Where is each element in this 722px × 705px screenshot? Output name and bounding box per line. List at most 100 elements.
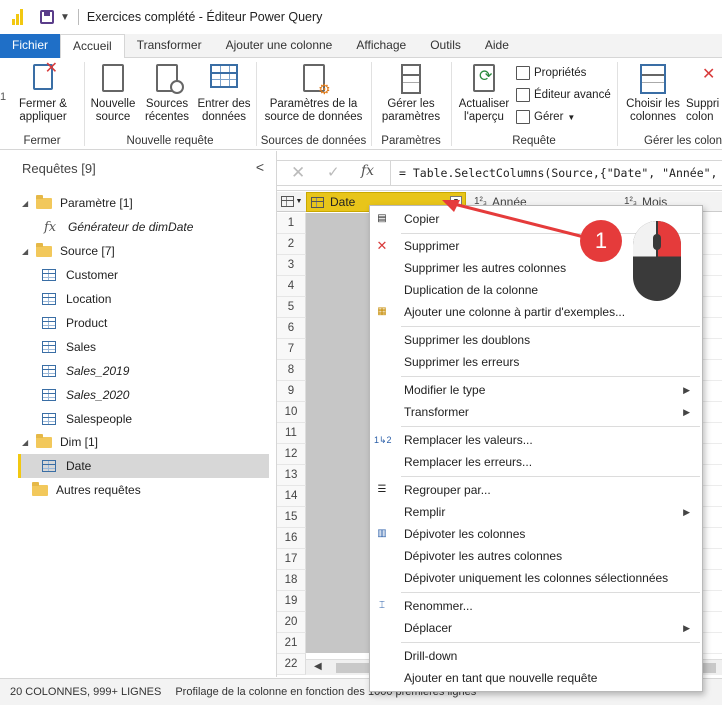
query-item-location[interactable]: Location (18, 287, 269, 311)
menu-item-deplacer[interactable]: Déplacer ▶ (370, 617, 702, 639)
query-folder-parametre[interactable]: ◢ Paramètre [1] (18, 191, 269, 215)
row-number[interactable]: 15 (277, 507, 306, 528)
row-number[interactable]: 10 (277, 402, 306, 423)
row-number[interactable]: 1 (277, 213, 306, 234)
query-item-sales-2020[interactable]: Sales_2020 (18, 383, 269, 407)
row-number[interactable]: 17 (277, 549, 306, 570)
query-item-customer[interactable]: Customer (18, 263, 269, 287)
menu-item-transformer[interactable]: Transformer ▶ (370, 401, 702, 423)
submenu-arrow-icon: ▶ (683, 406, 690, 417)
remove-columns-button[interactable]: ✕ Suppri colon (684, 58, 722, 124)
query-item-date[interactable]: Date (18, 454, 269, 478)
confirm-formula-icon[interactable]: ✓ (327, 163, 340, 181)
row-number[interactable]: 9 (277, 381, 306, 402)
manage-params-button[interactable]: Gérer les paramètres (372, 58, 450, 124)
tab-aide[interactable]: Aide (473, 34, 521, 58)
chevron-down-icon: ▼ (295, 198, 303, 205)
row-number[interactable]: 13 (277, 465, 306, 486)
properties-button[interactable]: Propriétés (516, 66, 586, 80)
menu-item-nouvelle-requete[interactable]: Ajouter en tant que nouvelle requête (370, 667, 702, 689)
menu-separator (401, 376, 700, 377)
row-number[interactable]: 2 (277, 234, 306, 255)
submenu-arrow-icon: ▶ (683, 506, 690, 517)
choose-columns-button[interactable]: Choisir les colonnes (622, 58, 684, 124)
menu-item-drill-down[interactable]: Drill-down (370, 645, 702, 667)
query-folder-dim[interactable]: ◢ Dim [1] (18, 430, 269, 454)
query-item-salespeople[interactable]: Salespeople (18, 407, 269, 431)
menu-item-renommer[interactable]: ⌶ Renommer... (370, 595, 702, 617)
query-item-sales-2019[interactable]: Sales_2019 (18, 359, 269, 383)
cancel-formula-icon[interactable]: ✕ (291, 163, 305, 183)
query-folder-source[interactable]: ◢ Source [7] (18, 239, 269, 263)
menu-item-modifier-type[interactable]: Modifier le type ▶ (370, 379, 702, 401)
folder-icon (36, 242, 52, 257)
tab-ajouter-colonne[interactable]: Ajouter une colonne (214, 34, 345, 58)
tab-fichier[interactable]: Fichier (0, 34, 61, 58)
row-number[interactable]: 7 (277, 339, 306, 360)
row-number[interactable]: 16 (277, 528, 306, 549)
query-item-sales[interactable]: Sales (18, 335, 269, 359)
row-number[interactable]: 3 (277, 255, 306, 276)
tab-affichage[interactable]: Affichage (344, 34, 418, 58)
table-menu-button[interactable]: ▼ (277, 192, 306, 212)
tab-accueil[interactable]: Accueil (60, 34, 125, 59)
new-source-button[interactable]: Nouvelle source (87, 58, 139, 124)
advanced-editor-button[interactable]: Éditeur avancé (516, 88, 611, 102)
query-item-generateur[interactable]: fx Générateur de dimDate (18, 215, 269, 239)
formula-input[interactable]: = Table.SelectColumns(Source,{"Date", "A… (399, 166, 719, 180)
close-apply-button[interactable]: ✕ Fermer & appliquer (10, 58, 76, 124)
manage-button[interactable]: Gérer ▼ (516, 110, 575, 124)
date-type-icon[interactable] (311, 196, 324, 208)
refresh-icon: ⟳ (469, 64, 499, 94)
row-number[interactable]: 19 (277, 591, 306, 612)
row-number[interactable]: 20 (277, 612, 306, 633)
menu-item-remplacer-erreurs[interactable]: Remplacer les erreurs... (370, 451, 702, 473)
table-icon (42, 389, 56, 401)
row-number[interactable]: 12 (277, 444, 306, 465)
table-icon (42, 341, 56, 353)
menu-item-ajouter-exemples[interactable]: ▦ Ajouter une colonne à partir d'exemple… (370, 301, 702, 323)
refresh-preview-button[interactable]: ⟳ Actualiser l'aperçu (454, 58, 514, 124)
advanced-editor-icon (516, 88, 530, 102)
enter-data-button[interactable]: Entrer des données (193, 58, 255, 124)
recent-sources-button[interactable]: Sources récentes (141, 58, 193, 124)
collapse-pane-icon[interactable]: < (256, 159, 264, 175)
row-number[interactable]: 8 (277, 360, 306, 381)
menu-item-supprimer-erreurs[interactable]: Supprimer les erreurs (370, 351, 702, 373)
row-number[interactable]: 14 (277, 486, 306, 507)
row-number[interactable]: 4 (277, 276, 306, 297)
query-item-product[interactable]: Product (18, 311, 269, 335)
fx-icon[interactable]: fx (361, 163, 374, 179)
quick-access-dropdown-icon[interactable]: ▼ (60, 12, 70, 23)
menu-separator (401, 326, 700, 327)
menu-item-supprimer-doublons[interactable]: Supprimer les doublons (370, 329, 702, 351)
menu-separator (401, 642, 700, 643)
remove-columns-icon: ✕ (702, 66, 716, 83)
row-number[interactable]: 6 (277, 318, 306, 339)
enter-data-icon (209, 64, 239, 94)
group-data-sources: ⚙ Paramètres de la source de données Sou… (257, 58, 370, 150)
menu-item-remplir[interactable]: Remplir ▶ (370, 501, 702, 523)
row-number[interactable]: 18 (277, 570, 306, 591)
group-query: ⟳ Actualiser l'aperçu Propriétés Éditeur… (452, 58, 616, 150)
caret-down-icon[interactable]: ◢ (22, 438, 32, 447)
caret-down-icon[interactable]: ◢ (22, 247, 32, 256)
menu-item-depivoter-autres[interactable]: Dépivoter les autres colonnes (370, 545, 702, 567)
menu-item-depivoter[interactable]: ▥ Dépivoter les colonnes (370, 523, 702, 545)
save-icon[interactable] (40, 10, 54, 24)
mouse-right-click-icon (633, 221, 681, 301)
menu-item-depivoter-selection[interactable]: Dépivoter uniquement les colonnes sélect… (370, 567, 702, 589)
menu-item-remplacer-valeurs[interactable]: 1↳2 Remplacer les valeurs... (370, 429, 702, 451)
query-folder-autres[interactable]: Autres requêtes (18, 478, 269, 502)
datasource-settings-button[interactable]: ⚙ Paramètres de la source de données (257, 58, 370, 124)
choose-columns-icon (638, 64, 668, 94)
tab-transformer[interactable]: Transformer (125, 34, 214, 58)
row-number[interactable]: 22 (277, 654, 306, 675)
row-number[interactable]: 11 (277, 423, 306, 444)
row-number[interactable]: 5 (277, 297, 306, 318)
row-number[interactable]: 21 (277, 633, 306, 654)
menu-item-regrouper[interactable]: ☰ Regrouper par... (370, 479, 702, 501)
caret-down-icon[interactable]: ◢ (22, 199, 32, 208)
tab-outils[interactable]: Outils (418, 34, 473, 58)
scroll-left-icon[interactable]: ◀ (314, 661, 322, 672)
